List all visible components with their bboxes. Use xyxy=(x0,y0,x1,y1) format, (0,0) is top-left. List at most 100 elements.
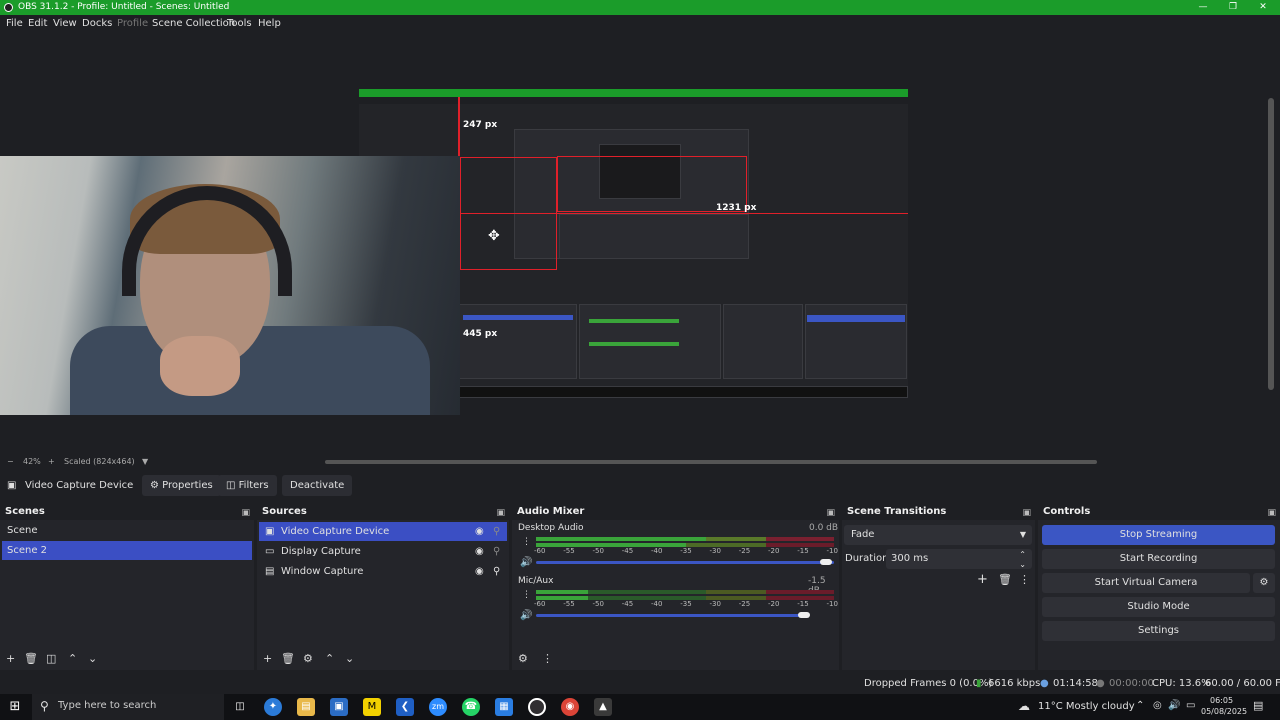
kebab-menu-icon[interactable]: ⋮ xyxy=(522,590,531,600)
menu-scene-collection[interactable]: Scene Collection xyxy=(152,18,235,29)
add-icon[interactable]: + xyxy=(263,652,272,665)
video-capture-preview[interactable] xyxy=(0,156,460,415)
zoom-out-icon[interactable]: − xyxy=(7,457,14,466)
trash-icon[interactable]: 🗑 xyxy=(998,573,1012,586)
advanced-audio-icon[interactable]: ⚙ xyxy=(518,652,528,665)
chevron-down-icon[interactable]: ▼ xyxy=(142,457,148,466)
whatsapp-icon[interactable]: ☎ xyxy=(462,698,480,716)
microsoft-store-icon[interactable]: ▣ xyxy=(330,698,348,716)
chrome-icon[interactable]: ◉ xyxy=(561,698,579,716)
preview-vertical-scrollbar[interactable] xyxy=(1268,98,1274,390)
mic-volume-handle[interactable] xyxy=(798,612,810,618)
zoom-in-icon[interactable]: + xyxy=(48,457,55,466)
clock-time[interactable]: 06:05 xyxy=(1210,696,1233,705)
source-item[interactable]: ▤ Window Capture ◉ ⚲ xyxy=(259,562,507,581)
network-icon[interactable]: ▭ xyxy=(1186,700,1195,711)
chevron-up-icon[interactable]: ⌃ xyxy=(1136,700,1144,711)
close-icon[interactable]: ✕ xyxy=(1248,0,1278,15)
filters-button[interactable]: ◫ Filters xyxy=(218,475,277,496)
menu-view[interactable]: View xyxy=(53,18,77,29)
menu-file[interactable]: File xyxy=(6,18,23,29)
filters-label: Filters xyxy=(238,480,269,491)
scene-item-selected[interactable]: Scene 2 xyxy=(2,541,252,560)
gear-icon[interactable]: ⚙ xyxy=(1253,573,1275,593)
add-icon[interactable]: + xyxy=(6,652,15,665)
vscode-icon[interactable]: ❮ xyxy=(396,698,414,716)
app-icon[interactable]: ▲ xyxy=(594,698,612,716)
weather-text[interactable]: 11°C Mostly cloudy xyxy=(1038,701,1135,712)
undock-icon[interactable]: ▣ xyxy=(496,505,505,522)
desktop-volume-slider[interactable] xyxy=(536,561,834,564)
file-explorer-icon[interactable]: ▤ xyxy=(297,698,315,716)
zoom-icon[interactable]: zm xyxy=(429,698,447,716)
stop-streaming-button[interactable]: Stop Streaming xyxy=(1042,525,1275,545)
move-down-icon[interactable]: ⌄ xyxy=(88,652,97,665)
lock-icon[interactable]: ⚲ xyxy=(493,522,500,541)
calendar-icon[interactable]: ▦ xyxy=(495,698,513,716)
lock-icon[interactable]: ⚲ xyxy=(493,562,500,581)
filter-icon[interactable]: ◫ xyxy=(46,652,56,665)
trash-icon[interactable]: 🗑 xyxy=(281,652,295,665)
volume-icon[interactable]: 🔊 xyxy=(1168,700,1180,711)
kebab-menu-icon[interactable]: ⋮ xyxy=(542,652,553,665)
taskbar-search-box[interactable]: ⚲ Type here to search xyxy=(32,694,224,720)
undock-icon[interactable]: ▣ xyxy=(1022,505,1031,522)
source-item-selected[interactable]: ▣ Video Capture Device ◉ ⚲ xyxy=(259,522,507,541)
windows-start-icon[interactable]: ⊞ xyxy=(6,698,24,716)
camera-icon: ▣ xyxy=(7,480,17,491)
notification-icon[interactable]: ▤ xyxy=(1253,699,1263,712)
source-toolbar: ▣ Video Capture Device ⚙ Properties ◫ Fi… xyxy=(0,475,1280,497)
source-item[interactable]: ▭ Display Capture ◉ ⚲ xyxy=(259,542,507,561)
channel-name: Mic/Aux xyxy=(518,576,554,586)
selection-box[interactable] xyxy=(460,157,557,270)
kebab-menu-icon[interactable]: ⋮ xyxy=(1019,573,1030,586)
eye-icon[interactable]: ◉ xyxy=(475,522,484,541)
properties-button[interactable]: ⚙ Properties xyxy=(142,475,221,496)
tick: -60 xyxy=(534,547,546,555)
add-icon[interactable]: + xyxy=(977,572,988,587)
start-recording-button[interactable]: Start Recording xyxy=(1042,549,1275,569)
window-title: OBS 31.1.2 - Profile: Untitled - Scenes:… xyxy=(18,2,230,12)
copilot-icon[interactable]: ✦ xyxy=(264,698,282,716)
menu-profile[interactable]: Profile xyxy=(117,18,148,29)
task-view-icon[interactable]: ◫ xyxy=(231,698,249,716)
scene-transitions-dock: Scene Transitions ▣ Fade ▼ Duration 300 m… xyxy=(842,503,1035,670)
gear-icon[interactable]: ⚙ xyxy=(303,652,313,665)
decrement-icon[interactable]: ⌄ xyxy=(1019,555,1026,575)
kebab-menu-icon[interactable]: ⋮ xyxy=(522,537,531,547)
transition-select[interactable]: Fade ▼ xyxy=(844,525,1032,545)
desktop-meter-yellow xyxy=(706,537,766,541)
start-virtual-camera-button[interactable]: Start Virtual Camera xyxy=(1042,573,1250,593)
desktop-volume-handle[interactable] xyxy=(820,559,832,565)
scene-item[interactable]: Scene xyxy=(2,521,252,540)
eye-icon[interactable]: ◉ xyxy=(475,562,484,581)
minimize-icon[interactable]: — xyxy=(1188,0,1218,15)
move-down-icon[interactable]: ⌄ xyxy=(345,652,354,665)
studio-mode-button[interactable]: Studio Mode xyxy=(1042,597,1275,617)
settings-button[interactable]: Settings xyxy=(1042,621,1275,641)
obs-taskbar-icon[interactable] xyxy=(528,698,546,716)
menu-docks[interactable]: Docks xyxy=(82,18,112,29)
speaker-icon[interactable]: 🔊 xyxy=(520,557,532,568)
microphone-icon[interactable]: ◎ xyxy=(1153,700,1162,711)
undock-icon[interactable]: ▣ xyxy=(1267,505,1276,522)
menu-edit[interactable]: Edit xyxy=(28,18,47,29)
duration-stepper[interactable]: 300 ms ⌃ ⌄ xyxy=(886,549,1032,569)
undock-icon[interactable]: ▣ xyxy=(826,505,835,522)
lock-icon[interactable]: ⚲ xyxy=(493,542,500,561)
menu-tools[interactable]: Tools xyxy=(227,18,252,29)
deactivate-button[interactable]: Deactivate xyxy=(282,475,353,496)
move-up-icon[interactable]: ⌃ xyxy=(325,652,334,665)
mic-volume-slider[interactable] xyxy=(536,614,806,617)
eye-icon[interactable]: ◉ xyxy=(475,542,484,561)
trash-icon[interactable]: 🗑 xyxy=(24,652,38,665)
speaker-icon[interactable]: 🔊 xyxy=(520,610,532,621)
camera-icon: ▣ xyxy=(265,526,275,537)
menu-help[interactable]: Help xyxy=(258,18,281,29)
move-up-icon[interactable]: ⌃ xyxy=(68,652,77,665)
clock-date[interactable]: 05/08/2025 xyxy=(1201,707,1247,716)
restore-icon[interactable]: ❐ xyxy=(1218,0,1248,15)
undock-icon[interactable]: ▣ xyxy=(241,505,250,522)
scaling-mode[interactable]: Scaled (824x464) xyxy=(64,457,135,466)
miro-icon[interactable]: M xyxy=(363,698,381,716)
